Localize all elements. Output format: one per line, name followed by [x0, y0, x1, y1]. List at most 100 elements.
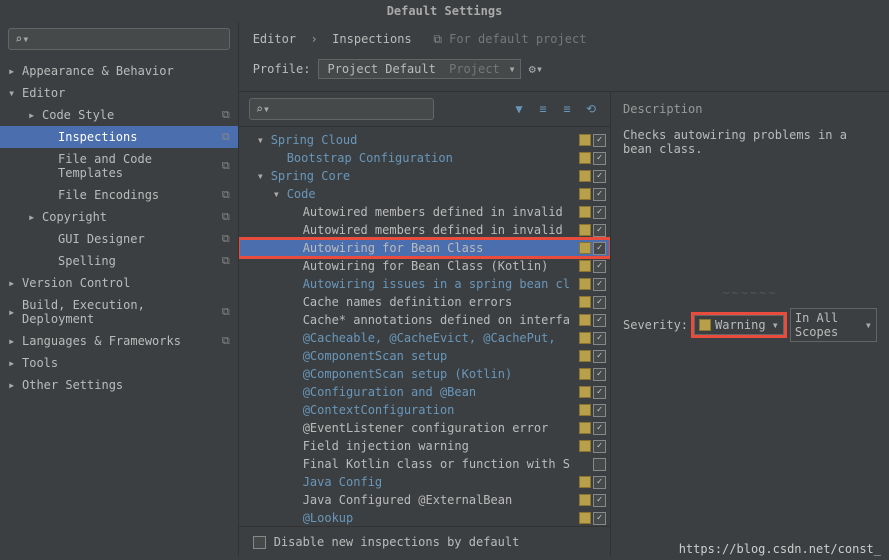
inspection-row[interactable]: Java Config: [239, 473, 610, 491]
inspection-checkbox[interactable]: [593, 458, 606, 471]
inspection-label: Java Configured @ExternalBean: [303, 492, 574, 508]
severity-indicator: [579, 422, 591, 434]
severity-label: Severity:: [623, 318, 688, 332]
inspection-row[interactable]: Autowiring for Bean Class (Kotlin): [239, 257, 610, 275]
inspection-checkbox[interactable]: [593, 512, 606, 525]
inspection-row[interactable]: @Lookup: [239, 509, 610, 526]
sidebar-item[interactable]: File Encodings⧉: [0, 184, 238, 206]
collapse-icon[interactable]: ≡: [558, 100, 576, 118]
inspection-checkbox[interactable]: [593, 332, 606, 345]
inspection-checkbox[interactable]: [593, 152, 606, 165]
watermark: https://blog.csdn.net/const_: [679, 542, 881, 556]
sidebar-item[interactable]: File and Code Templates⧉: [0, 148, 238, 184]
inspection-checkbox[interactable]: [593, 422, 606, 435]
inspection-toolbar: ⌕▾ ▼ ≡ ≡ ⟲: [239, 92, 610, 127]
disable-checkbox[interactable]: [253, 536, 266, 549]
inspection-checkbox[interactable]: [593, 440, 606, 453]
sidebar-item[interactable]: ▸Appearance & Behavior: [0, 60, 238, 82]
inspection-checkbox[interactable]: [593, 188, 606, 201]
inspection-checkbox[interactable]: [593, 368, 606, 381]
inspection-checkbox[interactable]: [593, 476, 606, 489]
inspection-row[interactable]: Autowiring for Bean Class: [239, 239, 610, 257]
gear-icon[interactable]: ⚙▾: [529, 62, 543, 76]
chevron-icon: ▸: [8, 334, 16, 348]
severity-indicator: [579, 368, 591, 380]
copy-icon: ⧉: [433, 32, 442, 46]
inspection-row[interactable]: @Cacheable, @CacheEvict, @CachePut,: [239, 329, 610, 347]
sidebar-item[interactable]: ▾Editor: [0, 82, 238, 104]
inspection-checkbox[interactable]: [593, 296, 606, 309]
chevron-icon: ▸: [8, 356, 16, 370]
severity-dropdown[interactable]: Warning: [694, 315, 784, 335]
inspection-row[interactable]: Cache names definition errors: [239, 293, 610, 311]
inspection-row[interactable]: @ComponentScan setup: [239, 347, 610, 365]
filter-icon[interactable]: ▼: [510, 100, 528, 118]
severity-indicator: [579, 206, 591, 218]
severity-indicator: [579, 224, 591, 236]
breadcrumb-inspections[interactable]: Inspections: [332, 32, 411, 46]
inspection-row[interactable]: ▾ Spring Core: [239, 167, 610, 185]
scope-dropdown[interactable]: In All Scopes: [790, 308, 877, 342]
inspection-tree[interactable]: ▾ Spring CloudBootstrap Configuration▾ S…: [239, 127, 610, 526]
inspection-checkbox[interactable]: [593, 404, 606, 417]
inspection-checkbox[interactable]: [593, 242, 606, 255]
breadcrumb-editor[interactable]: Editor: [253, 32, 296, 46]
search-icon: ⌕▾: [15, 32, 29, 46]
inspection-search[interactable]: ⌕▾: [249, 98, 434, 120]
inspection-label: Bootstrap Configuration: [287, 150, 574, 166]
inspection-search-input[interactable]: [274, 102, 427, 116]
sidebar-search-input[interactable]: [33, 32, 222, 46]
severity-color-icon: [699, 319, 711, 331]
severity-indicator: [579, 350, 591, 362]
inspection-checkbox[interactable]: [593, 206, 606, 219]
inspection-bottom: Disable new inspections by default: [239, 526, 610, 557]
sidebar-item[interactable]: ▸Version Control: [0, 272, 238, 294]
inspection-row[interactable]: Autowired members defined in invalid: [239, 221, 610, 239]
inspection-checkbox[interactable]: [593, 260, 606, 273]
inspection-row[interactable]: @ComponentScan setup (Kotlin): [239, 365, 610, 383]
sidebar-item[interactable]: ▸Code Style⧉: [0, 104, 238, 126]
copy-icon: ⧉: [222, 305, 230, 319]
inspection-checkbox[interactable]: [593, 170, 606, 183]
inspection-checkbox[interactable]: [593, 386, 606, 399]
inspection-label: Code: [287, 186, 574, 202]
severity-indicator: [579, 152, 591, 164]
inspection-row[interactable]: @EventListener configuration error: [239, 419, 610, 437]
sidebar-item[interactable]: Spelling⧉: [0, 250, 238, 272]
inspection-checkbox[interactable]: [593, 494, 606, 507]
sidebar-item[interactable]: ▸Tools: [0, 352, 238, 374]
inspection-checkbox[interactable]: [593, 350, 606, 363]
inspection-row[interactable]: Cache* annotations defined on interfa: [239, 311, 610, 329]
inspection-checkbox[interactable]: [593, 134, 606, 147]
sidebar-item-label: Code Style: [42, 108, 222, 122]
inspection-checkbox[interactable]: [593, 314, 606, 327]
inspection-row[interactable]: Field injection warning: [239, 437, 610, 455]
sidebar-item[interactable]: ▸Copyright⧉: [0, 206, 238, 228]
sidebar-item[interactable]: Inspections⧉: [0, 126, 238, 148]
sidebar-item[interactable]: ▸Other Settings: [0, 374, 238, 396]
sidebar-item[interactable]: GUI Designer⧉: [0, 228, 238, 250]
inspection-row[interactable]: @ContextConfiguration: [239, 401, 610, 419]
inspection-row[interactable]: Autowired members defined in invalid: [239, 203, 610, 221]
inspection-checkbox[interactable]: [593, 224, 606, 237]
inspection-row[interactable]: ▾ Code: [239, 185, 610, 203]
disable-label: Disable new inspections by default: [274, 535, 520, 549]
expand-icon[interactable]: ≡: [534, 100, 552, 118]
sidebar-item[interactable]: ▸Build, Execution, Deployment⧉: [0, 294, 238, 330]
severity-indicator: [579, 296, 591, 308]
profile-dropdown[interactable]: Project Default Project: [318, 59, 520, 79]
reset-icon[interactable]: ⟲: [582, 100, 600, 118]
sidebar-item[interactable]: ▸Languages & Frameworks⧉: [0, 330, 238, 352]
inspection-checkbox[interactable]: [593, 278, 606, 291]
inspection-row[interactable]: ▾ Spring Cloud: [239, 131, 610, 149]
sidebar-search[interactable]: ⌕▾: [8, 28, 230, 50]
inspection-row[interactable]: Autowiring issues in a spring bean cl: [239, 275, 610, 293]
inspection-row[interactable]: Final Kotlin class or function with S: [239, 455, 610, 473]
inspection-row[interactable]: Java Configured @ExternalBean: [239, 491, 610, 509]
content-area: Editor › Inspections ⧉ For default proje…: [239, 22, 889, 557]
inspection-row[interactable]: @Configuration and @Bean: [239, 383, 610, 401]
inspection-row[interactable]: Bootstrap Configuration: [239, 149, 610, 167]
inspection-label: @EventListener configuration error: [303, 420, 574, 436]
copy-icon: ⧉: [222, 159, 230, 173]
inspection-label: Java Config: [303, 474, 574, 490]
